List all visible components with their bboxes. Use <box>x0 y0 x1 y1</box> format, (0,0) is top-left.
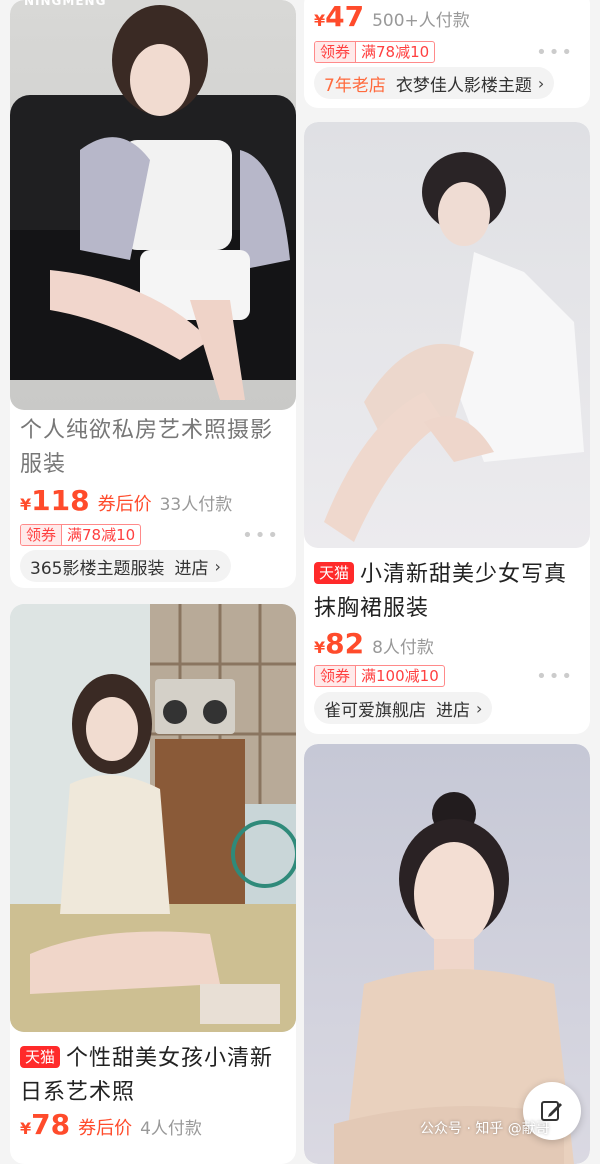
product-image[interactable]: NINGMENG <box>10 0 296 410</box>
sold-count: 4人付款 <box>140 1119 202 1139</box>
product-card[interactable]: 天猫 小清新甜美少女写真 抹胸裙服装 ¥ 82 8人付款 领券 满100减10 •… <box>304 122 590 734</box>
chevron-right-icon: › <box>537 73 545 93</box>
image-brand-text: NINGMENG <box>24 0 107 8</box>
currency-symbol: ¥ <box>20 1119 32 1138</box>
price-note: 券后价 <box>97 494 152 515</box>
coupon-key: 领券 <box>21 525 63 545</box>
coupon-row: 领券 满78减10 ••• <box>20 523 286 547</box>
price-note: 券后价 <box>78 1118 133 1139</box>
coupon-value: 满78减10 <box>67 526 136 544</box>
shop-name: 衣梦佳人影楼主题 <box>395 75 532 96</box>
product-card[interactable]: 天猫 个性甜美女孩小清新 日系艺术照 ¥ 78 券后价 4人付款 <box>10 604 296 1164</box>
sold-count: 500+人付款 <box>372 11 470 31</box>
currency-symbol: ¥ <box>314 638 326 657</box>
product-card[interactable]: NINGMENG 个人纯欲私房艺术照摄影 服装 ¥ 118 券后价 33人付款 … <box>10 0 296 588</box>
ellipsis-icon[interactable]: ••• <box>536 42 574 63</box>
coupon-badge[interactable]: 领券 满78减10 <box>20 524 142 546</box>
tmall-badge: 天猫 <box>314 562 355 584</box>
chevron-right-icon: › <box>214 556 221 576</box>
product-title-line: 日系艺术照 <box>20 1080 136 1105</box>
price: 47 <box>325 0 365 33</box>
product-title-line: 天猫 小清新甜美少女写真 <box>314 558 580 592</box>
coupon-row: 领券 满78减10 ••• <box>314 40 580 64</box>
ellipsis-icon[interactable]: ••• <box>242 525 280 546</box>
shop-name: 雀可爱旗舰店 <box>324 700 426 721</box>
price-row: ¥ 82 8人付款 <box>314 627 580 663</box>
price: 118 <box>31 484 90 517</box>
product-title-line: 天猫 个性甜美女孩小清新 <box>20 1042 286 1076</box>
shop-link[interactable]: 7年老店 衣梦佳人影楼主题 › <box>314 67 555 99</box>
coupon-value: 满100减10 <box>361 667 439 685</box>
product-title[interactable]: 天猫 个性甜美女孩小清新 日系艺术照 <box>20 1042 286 1110</box>
product-card[interactable]: ¥ 47 500+人付款 领券 满78减10 ••• 7年老店 衣梦佳人影楼主题… <box>304 0 590 108</box>
shop-age-badge: 7年老店 <box>324 75 386 96</box>
watermark-text: 公众号 · 知乎 @献哥 <box>420 1121 550 1137</box>
product-title-line: 个人纯欲私房艺术照摄影 <box>20 418 274 443</box>
coupon-value: 满78减10 <box>361 43 430 61</box>
sold-count: 8人付款 <box>372 638 434 658</box>
product-image[interactable] <box>304 122 590 548</box>
currency-symbol: ¥ <box>314 11 326 30</box>
price: 78 <box>31 1108 71 1141</box>
coupon-key: 领券 <box>315 666 357 686</box>
tmall-badge: 天猫 <box>20 1046 61 1068</box>
product-title-line: 服装 <box>20 452 67 477</box>
enter-shop-label: 进店 <box>174 558 209 579</box>
chevron-right-icon: › <box>476 698 483 718</box>
product-title-line: 抹胸裙服装 <box>314 596 430 621</box>
coupon-key: 领券 <box>315 42 357 62</box>
sold-count: 33人付款 <box>159 495 233 515</box>
product-image[interactable] <box>10 604 296 1032</box>
currency-symbol: ¥ <box>20 495 32 514</box>
shop-link[interactable]: 雀可爱旗舰店 进店 › <box>314 692 493 724</box>
enter-shop-label: 进店 <box>436 700 470 721</box>
product-title[interactable]: 个人纯欲私房艺术照摄影 服装 <box>20 414 286 482</box>
product-title[interactable]: 天猫 小清新甜美少女写真 抹胸裙服装 <box>314 558 580 626</box>
ellipsis-icon[interactable]: ••• <box>536 666 574 687</box>
price-row: ¥ 118 券后价 33人付款 <box>20 484 286 520</box>
shop-link[interactable]: 365影楼主题服装 进店 › <box>20 550 231 582</box>
price-row: ¥ 47 500+人付款 <box>314 0 580 36</box>
coupon-badge[interactable]: 领券 满100减10 <box>314 665 445 687</box>
shop-name: 365影楼主题服装 <box>30 558 165 579</box>
price: 82 <box>325 627 365 660</box>
price-row: ¥ 78 券后价 4人付款 <box>20 1108 286 1144</box>
coupon-badge[interactable]: 领券 满78减10 <box>314 41 436 63</box>
coupon-row: 领券 满100减10 ••• <box>314 664 580 688</box>
